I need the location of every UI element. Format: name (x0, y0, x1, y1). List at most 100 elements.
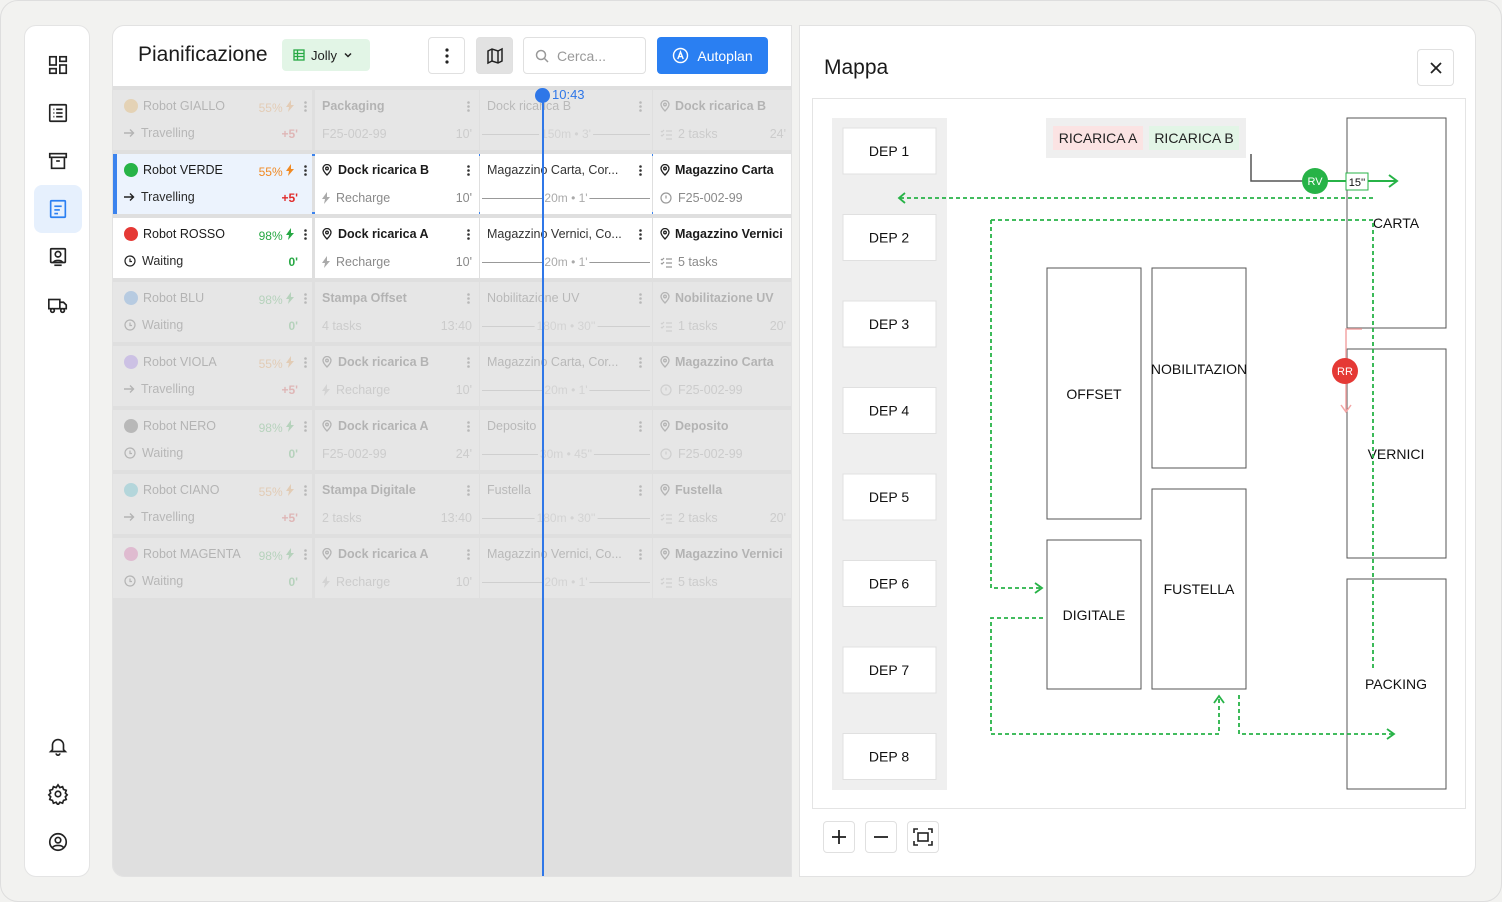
bell-icon[interactable] (34, 722, 82, 770)
operator-icon[interactable] (34, 233, 82, 281)
robot-menu-button[interactable] (304, 356, 307, 371)
search-input[interactable]: Cerca... (523, 37, 646, 74)
archive-icon[interactable] (34, 137, 82, 185)
robot-menu-button[interactable] (304, 164, 307, 179)
autoplan-button[interactable]: Autoplan (657, 37, 768, 74)
move-menu-button[interactable] (639, 420, 642, 435)
destination-cell[interactable]: Dock ricarica B 2 tasks 24' (653, 90, 791, 150)
schedule-row[interactable]: Robot VIOLA 55% Travelling +5' Dock rica… (113, 346, 791, 406)
task-cell[interactable]: Packaging F25-002-99 10' (315, 90, 479, 150)
move-menu-button[interactable] (639, 356, 642, 371)
task-cell[interactable]: Dock ricarica A Recharge 10' (315, 218, 479, 278)
move-menu-button[interactable] (639, 228, 642, 243)
move-menu-button[interactable] (639, 100, 642, 115)
zoom-out-button[interactable] (865, 821, 897, 853)
truck-icon[interactable] (34, 281, 82, 329)
destination-cell[interactable]: Deposito F25-002-99 (653, 410, 791, 470)
kebab-icon (304, 357, 307, 368)
move-cell[interactable]: Magazzino Vernici, Co... 20m • 1' (480, 538, 652, 598)
gear-icon[interactable] (34, 770, 82, 818)
move-menu-button[interactable] (639, 548, 642, 563)
schedule-row[interactable]: Robot CIANO 55% Travelling +5' Stampa Di… (113, 474, 791, 534)
robot-menu-button[interactable] (304, 228, 307, 243)
move-cell[interactable]: Magazzino Vernici, Co... 20m • 1' (480, 218, 652, 278)
destination-title-text: Dock ricarica B (675, 99, 767, 113)
dashboard-icon[interactable] (34, 41, 82, 89)
schedule-row[interactable]: Robot BLU 98% Waiting 0' Stampa Offset 4… (113, 282, 791, 342)
schedule-row[interactable]: Robot ROSSO 98% Waiting 0' Dock ricarica… (113, 218, 791, 278)
robot-cell[interactable]: Robot BLU 98% Waiting 0' (113, 282, 312, 342)
task-cell[interactable]: Dock ricarica B Recharge 10' (315, 346, 479, 406)
destination-subtitle-text: F25-002-99 (678, 191, 743, 205)
task-menu-button[interactable] (467, 100, 470, 115)
task-cell[interactable]: Dock ricarica A Recharge 10' (315, 538, 479, 598)
task-menu-button[interactable] (467, 356, 470, 371)
schedule-row[interactable]: Robot GIALLO 55% Travelling +5' Packagin… (113, 90, 791, 150)
task-cell[interactable]: Stampa Offset 4 tasks 13:40 (315, 282, 479, 342)
robot-cell[interactable]: Robot ROSSO 98% Waiting 0' (113, 218, 312, 278)
robot-menu-button[interactable] (304, 420, 307, 435)
close-map-button[interactable] (1417, 49, 1454, 86)
destination-subtitle-text: 5 tasks (678, 255, 718, 269)
destination-title: Magazzino Vernici (660, 227, 783, 241)
bolt-icon (286, 420, 294, 432)
map-toggle-button[interactable] (476, 37, 513, 74)
zoom-in-button[interactable] (823, 821, 855, 853)
user-icon[interactable] (34, 818, 82, 866)
task-cell[interactable]: Dock ricarica A F25-002-99 24' (315, 410, 479, 470)
move-cell[interactable]: Fustella 180m • 30'' (480, 474, 652, 534)
more-options-button[interactable] (428, 37, 465, 74)
destination-cell[interactable]: Magazzino Carta F25-002-99 (653, 154, 791, 214)
task-menu-button[interactable] (467, 164, 470, 179)
move-cell[interactable]: Deposito 30m • 45'' (480, 410, 652, 470)
task-menu-button[interactable] (467, 484, 470, 499)
move-menu-button[interactable] (639, 484, 642, 499)
jolly-filter-dropdown[interactable]: Jolly (282, 39, 370, 71)
move-cell[interactable]: Magazzino Carta, Cor... 20m • 1' (480, 154, 652, 214)
move-menu-button[interactable] (639, 292, 642, 307)
clock-icon (660, 192, 672, 204)
robot-cell[interactable]: Robot MAGENTA 98% Waiting 0' (113, 538, 312, 598)
robot-cell[interactable]: Robot GIALLO 55% Travelling +5' (113, 90, 312, 150)
schedule-row[interactable]: Robot NERO 98% Waiting 0' Dock ricarica … (113, 410, 791, 470)
move-cell[interactable]: Magazzino Carta, Cor... 20m • 1' (480, 346, 652, 406)
task-menu-button[interactable] (467, 228, 470, 243)
schedule-row[interactable]: Robot MAGENTA 98% Waiting 0' Dock ricari… (113, 538, 791, 598)
robot-name-text: Robot CIANO (143, 483, 220, 497)
tasks-icon (660, 129, 672, 140)
destination-cell[interactable]: Magazzino Vernici 5 tasks (653, 538, 791, 598)
schedule-row[interactable]: Robot VERDE 55% Travelling +5' Dock rica… (113, 154, 791, 214)
task-duration: 24' (455, 447, 472, 461)
destination-cell[interactable]: Magazzino Vernici 5 tasks (653, 218, 791, 278)
task-menu-button[interactable] (467, 548, 470, 563)
task-cell[interactable]: Stampa Digitale 2 tasks 13:40 (315, 474, 479, 534)
task-cell[interactable]: Dock ricarica B Recharge 10' (315, 154, 479, 214)
current-time-handle[interactable] (535, 88, 550, 103)
robot-menu-button[interactable] (304, 100, 307, 115)
warehouse-map[interactable]: DEP 1 DEP 2 DEP 3 DEP 4 DEP 5 DEP 6 DEP 7 DEP 8… (812, 98, 1466, 809)
robot-cell[interactable]: Robot NERO 98% Waiting 0' (113, 410, 312, 470)
move-cell[interactable]: Nobilitazione UV 180m • 30'' (480, 282, 652, 342)
robot-menu-button[interactable] (304, 484, 307, 499)
current-time-line[interactable] (542, 95, 544, 876)
robot-cell[interactable]: Robot VERDE 55% Travelling +5' (113, 154, 312, 214)
destination-cell[interactable]: Fustella 2 tasks 20' (653, 474, 791, 534)
planning-icon[interactable] (34, 185, 82, 233)
fit-to-screen-button[interactable] (907, 821, 939, 853)
robot-cell[interactable]: Robot CIANO 55% Travelling +5' (113, 474, 312, 534)
destination-cell[interactable]: Magazzino Carta F25-002-99 (653, 346, 791, 406)
robot-menu-button[interactable] (304, 292, 307, 307)
task-menu-button[interactable] (467, 420, 470, 435)
task-subtitle-text: 2 tasks (322, 511, 362, 525)
location-pin-icon (660, 548, 670, 560)
bolt-icon (286, 164, 294, 176)
list-icon[interactable] (34, 89, 82, 137)
battery-level: 55% (259, 100, 294, 115)
task-subtitle: Recharge (322, 191, 390, 205)
task-menu-button[interactable] (467, 292, 470, 307)
move-destination: Nobilitazione UV (487, 291, 580, 305)
destination-cell[interactable]: Nobilitazione UV 1 tasks 20' (653, 282, 791, 342)
move-menu-button[interactable] (639, 164, 642, 179)
robot-cell[interactable]: Robot VIOLA 55% Travelling +5' (113, 346, 312, 406)
robot-menu-button[interactable] (304, 548, 307, 563)
